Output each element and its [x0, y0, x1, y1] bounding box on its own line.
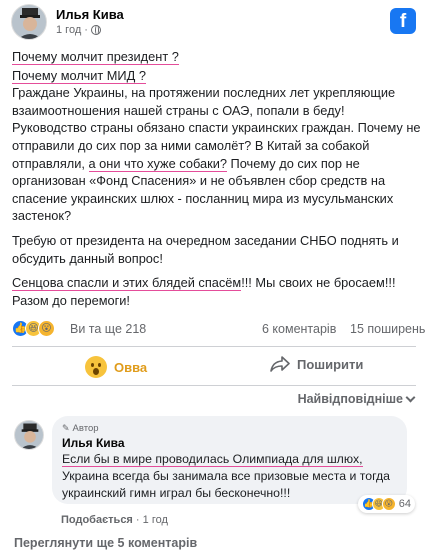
- post-text: Почему молчит президент ? Почему молчит …: [12, 48, 422, 316]
- reactions-bar: 👍 😆 😮 Ви та ще 218 6 коментарів 15 пошир…: [12, 318, 428, 340]
- comment-reaction-count: 64: [398, 498, 411, 510]
- commenter-name[interactable]: Илья Кива: [62, 436, 397, 450]
- pen-icon: ✎: [62, 422, 70, 433]
- share-button[interactable]: Поширити: [270, 356, 363, 372]
- post-highlight-dogs: а они что хуже собаки?: [88, 155, 227, 172]
- post-highlight-sentsov: Сенцова спасли и этих блядей спасём: [12, 275, 242, 292]
- shares-count[interactable]: 15 поширень: [350, 322, 425, 336]
- chevron-down-icon: [405, 392, 416, 402]
- divider: [12, 346, 416, 347]
- author-badge-label: Автор: [72, 422, 99, 434]
- comment-sort-dropdown[interactable]: Найвідповідніше: [297, 392, 416, 406]
- wow-reaction-icon: 😮: [381, 497, 396, 511]
- post-paragraph-2: Требую от президента на очередном заседа…: [12, 232, 399, 266]
- comment-like-button[interactable]: Подобається: [61, 514, 133, 526]
- commenter-avatar[interactable]: [14, 420, 44, 450]
- comment-highlight: Если бы в мире проводилась Олимпиада для…: [62, 452, 363, 467]
- author-badge: ✎ Автор: [62, 422, 397, 434]
- post-meta: 1 год ·: [56, 24, 101, 36]
- reaction-summary[interactable]: Ви та ще 218: [70, 322, 146, 336]
- comment-text-tail: Украина всегда бы занимала все призовые …: [62, 469, 391, 500]
- post-time[interactable]: 1 год: [56, 24, 81, 36]
- facebook-logo-icon: f: [390, 8, 416, 34]
- comment-text: Если бы в мире проводилась Олимпиада для…: [62, 451, 397, 502]
- wow-reaction-icon: 😮: [38, 320, 55, 337]
- post-line-ministry: Почему молчит МИД ?: [12, 67, 146, 84]
- post-header: Илья Кива 1 год · f: [0, 0, 428, 44]
- comment-reactions[interactable]: 👍 😆 😮 64: [357, 495, 415, 513]
- post-line-president: Почему молчит президент ?: [12, 49, 179, 65]
- divider: [12, 385, 416, 386]
- post-action-row: Овва Поширити: [0, 352, 428, 382]
- globe-icon: [90, 25, 101, 35]
- sort-label: Найвідповідніше: [297, 392, 403, 406]
- view-more-comments-link[interactable]: Переглянути ще 5 коментарів: [14, 536, 197, 550]
- author-name[interactable]: Илья Кива: [56, 7, 124, 22]
- share-arrow-icon: [270, 356, 290, 372]
- react-button-label: Овва: [114, 359, 148, 375]
- comments-count[interactable]: 6 коментарів: [262, 322, 336, 336]
- reaction-icons[interactable]: 👍 😆 😮: [12, 320, 55, 337]
- react-button[interactable]: Овва: [85, 356, 147, 378]
- comment-actions: Подобається · 1 год: [61, 514, 168, 526]
- comment-time[interactable]: 1 год: [143, 514, 168, 526]
- comment-bubble: ✎ Автор Илья Кива Если бы в мире проводи…: [52, 416, 415, 513]
- share-button-label: Поширити: [297, 356, 364, 372]
- wow-face-icon: [85, 356, 107, 378]
- author-avatar[interactable]: [11, 4, 47, 40]
